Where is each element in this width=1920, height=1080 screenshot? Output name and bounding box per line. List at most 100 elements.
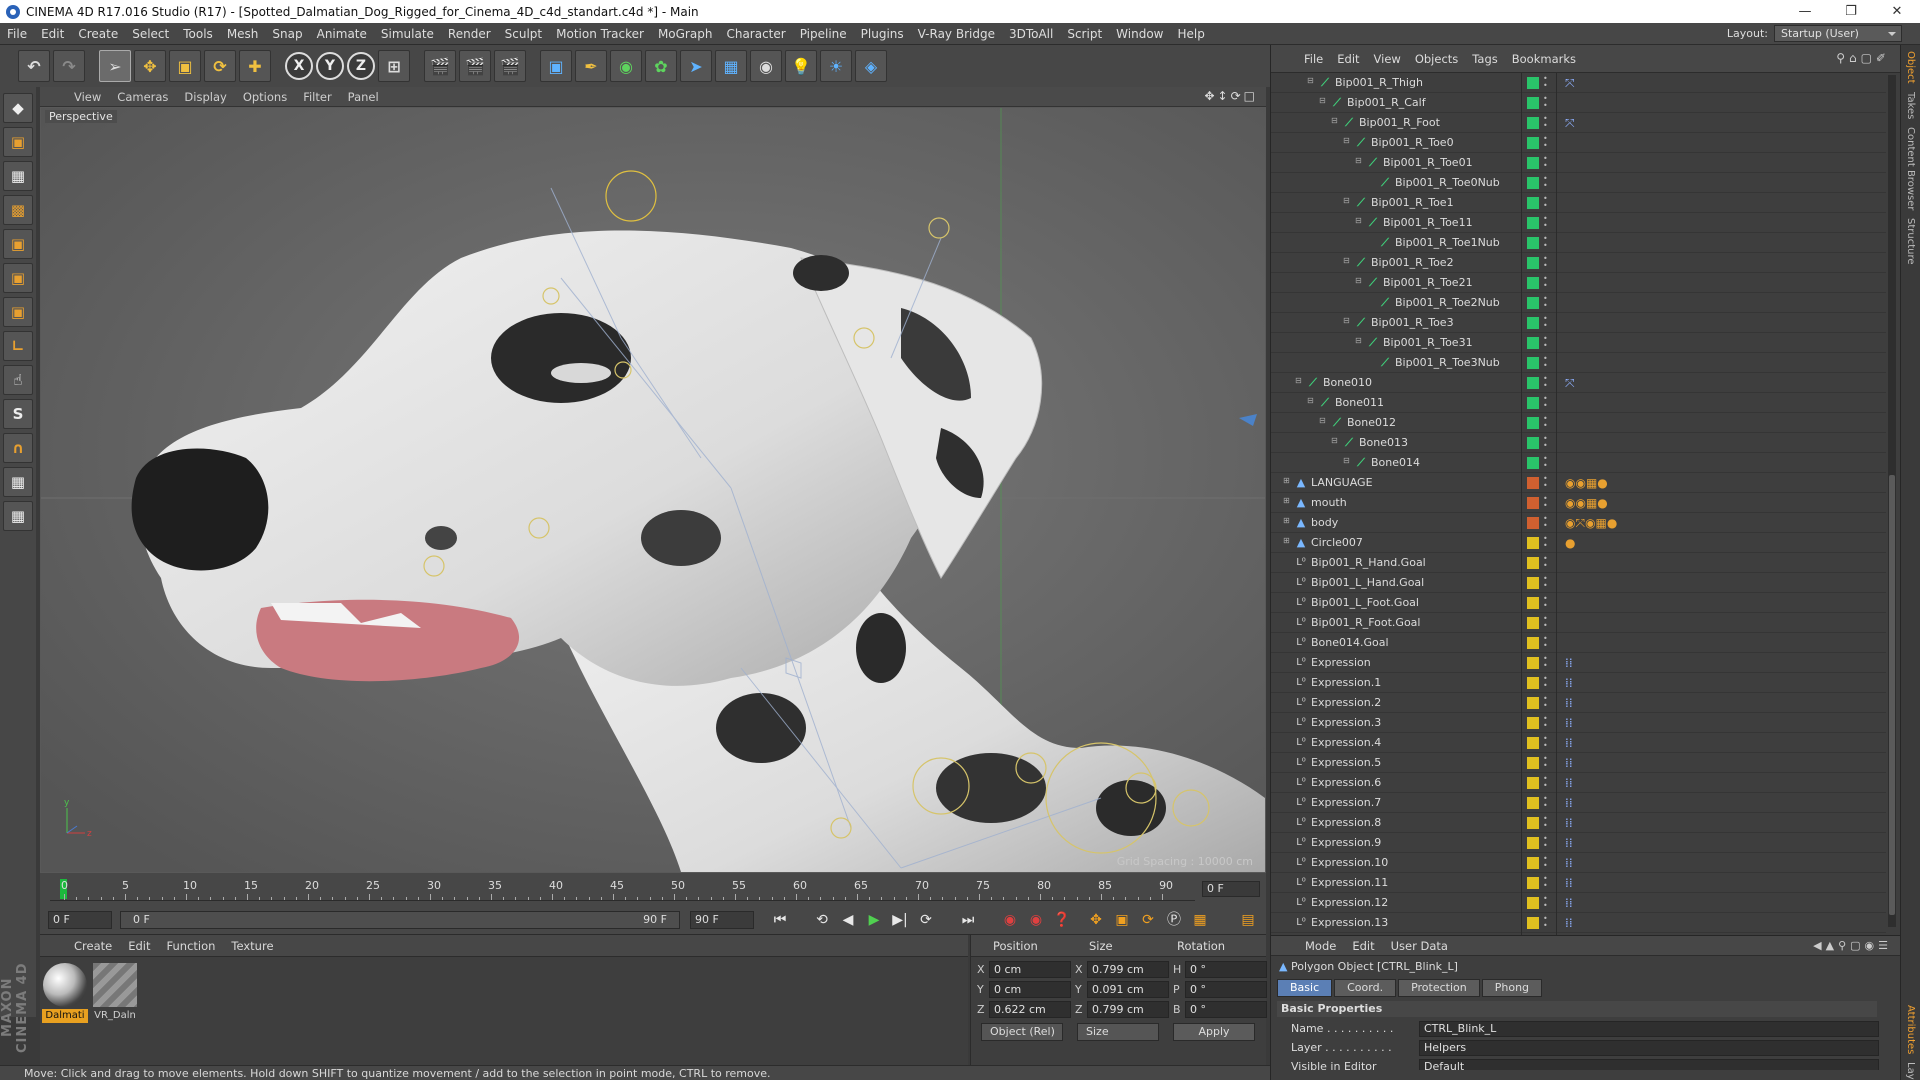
snapping-icon[interactable]: S <box>3 399 33 429</box>
attribute-menu-user-data[interactable]: User Data <box>1383 939 1456 953</box>
rotation-field[interactable]: 0 ° <box>1185 981 1267 998</box>
visibility-dots-icon[interactable]: • • <box>1543 715 1549 731</box>
object-row[interactable]: ⊟ ⟋ Bip001_R_Toe0 • • <box>1271 133 1886 153</box>
visibility-dots-icon[interactable]: • • <box>1543 455 1549 471</box>
visibility-dots-icon[interactable]: • • <box>1543 875 1549 891</box>
side-tab-layers[interactable]: Layers <box>1905 1062 1916 1080</box>
side-tab-content-browser[interactable]: Content Browser <box>1905 127 1916 210</box>
expand-toggle-icon[interactable]: ⊟ <box>1343 136 1352 145</box>
rotate-tool-icon[interactable]: ⟳ <box>204 50 236 82</box>
expand-toggle-icon[interactable]: ⊟ <box>1355 276 1364 285</box>
menu-simulate[interactable]: Simulate <box>374 27 441 41</box>
object-row[interactable]: L⁰ Expression.3 • • ⁞⁞ <box>1271 713 1886 733</box>
visibility-dots-icon[interactable]: • • <box>1543 895 1549 911</box>
key-position-icon[interactable]: ✥ <box>1084 909 1108 931</box>
layer-color-swatch[interactable] <box>1527 777 1539 789</box>
menu-file[interactable]: File <box>0 27 34 41</box>
object-row[interactable]: L⁰ Expression.6 • • ⁞⁞ <box>1271 773 1886 793</box>
expand-toggle-icon[interactable]: ⊞ <box>1283 516 1292 525</box>
next-key-icon[interactable]: ⟳ <box>914 909 938 931</box>
visibility-dots-icon[interactable]: • • <box>1543 535 1549 551</box>
render-settings-icon[interactable]: 🎬 <box>494 50 526 82</box>
scale-tool-icon[interactable]: ▣ <box>169 50 201 82</box>
render-view-icon[interactable]: 🎬 <box>424 50 456 82</box>
object-row[interactable]: ⊟ ⟋ Bip001_R_Toe1 • • <box>1271 193 1886 213</box>
object-tags[interactable]: ● <box>1565 535 1575 551</box>
size-field[interactable]: 0.799 cm <box>1087 1001 1169 1018</box>
visibility-dots-icon[interactable]: • • <box>1543 275 1549 291</box>
key-parameter-icon[interactable]: Ⓟ <box>1162 909 1186 931</box>
object-row[interactable]: L⁰ Expression.10 • • ⁞⁞ <box>1271 853 1886 873</box>
size-mode-select[interactable]: Size <box>1077 1023 1159 1041</box>
visibility-dots-icon[interactable]: • • <box>1543 655 1549 671</box>
object-row[interactable]: ⊟ ⟋ Bone010 • • ⤧ <box>1271 373 1886 393</box>
visibility-dots-icon[interactable]: • • <box>1543 175 1549 191</box>
layer-color-swatch[interactable] <box>1527 117 1539 129</box>
layer-color-swatch[interactable] <box>1527 797 1539 809</box>
visibility-dots-icon[interactable]: • • <box>1543 815 1549 831</box>
visibility-dots-icon[interactable]: • • <box>1543 675 1549 691</box>
rotation-field[interactable]: 0 ° <box>1185 1001 1267 1018</box>
object-row[interactable]: L⁰ Bip001_R_Hand.Goal • • <box>1271 553 1886 573</box>
expand-toggle-icon[interactable]: ⊟ <box>1319 96 1328 105</box>
expand-toggle-icon[interactable] <box>1283 736 1292 745</box>
layer-color-swatch[interactable] <box>1527 637 1539 649</box>
magnet-icon[interactable]: ∩ <box>3 433 33 463</box>
size-field[interactable]: 0.799 cm <box>1087 961 1169 978</box>
layer-color-swatch[interactable] <box>1527 877 1539 889</box>
visibility-dots-icon[interactable]: • • <box>1543 415 1549 431</box>
visibility-dots-icon[interactable]: • • <box>1543 355 1549 371</box>
object-row[interactable]: ⊞ ▲ LANGUAGE • • ◉◉▦● <box>1271 473 1886 493</box>
expand-toggle-icon[interactable]: ⊟ <box>1331 436 1340 445</box>
layer-color-swatch[interactable] <box>1527 137 1539 149</box>
visibility-dots-icon[interactable]: • • <box>1543 315 1549 331</box>
layout-select[interactable]: Startup (User) <box>1774 25 1902 42</box>
layer-color-swatch[interactable] <box>1527 677 1539 689</box>
object-menu-edit[interactable]: Edit <box>1330 52 1366 66</box>
z-axis-lock-icon[interactable]: Z <box>347 52 375 80</box>
visibility-dots-icon[interactable]: • • <box>1543 75 1549 91</box>
object-tags[interactable]: ⁞⁞ <box>1565 795 1573 811</box>
object-row[interactable]: L⁰ Expression • • ⁞⁞ <box>1271 653 1886 673</box>
start-frame-field[interactable]: 0 F <box>48 911 112 929</box>
expand-toggle-icon[interactable]: ⊟ <box>1331 116 1340 125</box>
visibility-dots-icon[interactable]: • • <box>1543 595 1549 611</box>
expand-toggle-icon[interactable] <box>1283 796 1292 805</box>
layer-color-swatch[interactable] <box>1527 817 1539 829</box>
last-tool-icon[interactable]: ✚ <box>239 50 271 82</box>
object-row[interactable]: ⊟ ⟋ Bip001_R_Thigh • • ⤧ <box>1271 73 1886 93</box>
viewport-menu-filter[interactable]: Filter <box>295 90 339 104</box>
floor-icon[interactable]: ▦ <box>715 50 747 82</box>
layer-color-swatch[interactable] <box>1527 97 1539 109</box>
object-row[interactable]: L⁰ Bip001_L_Hand.Goal • • <box>1271 573 1886 593</box>
expand-toggle-icon[interactable] <box>1283 756 1292 765</box>
layer-color-swatch[interactable] <box>1527 577 1539 589</box>
redo-icon[interactable]: ↷ <box>53 50 85 82</box>
visibility-dots-icon[interactable]: • • <box>1543 495 1549 511</box>
light-icon[interactable]: 💡 <box>785 50 817 82</box>
axis-mode-icon[interactable]: ∟ <box>3 331 33 361</box>
viewport-menu-display[interactable]: Display <box>176 90 234 104</box>
menu-window[interactable]: Window <box>1109 27 1170 41</box>
object-row[interactable]: ⊟ ⟋ Bip001_R_Toe3 • • <box>1271 313 1886 333</box>
object-row[interactable]: ⊞ ▲ mouth • • ◉◉▦● <box>1271 493 1886 513</box>
side-tab-attributes[interactable]: Attributes <box>1905 1005 1916 1054</box>
side-tab-takes[interactable]: Takes <box>1905 92 1916 119</box>
menu-snap[interactable]: Snap <box>265 27 309 41</box>
layer-color-swatch[interactable] <box>1527 597 1539 609</box>
points-mode-icon[interactable]: ▣ <box>3 229 33 259</box>
menu-mesh[interactable]: Mesh <box>220 27 266 41</box>
apply-button[interactable]: Apply <box>1173 1023 1255 1041</box>
visibility-dots-icon[interactable]: • • <box>1543 755 1549 771</box>
timeline-window-icon[interactable]: ▤ <box>1236 909 1260 931</box>
object-row[interactable]: ⊞ ▲ Circle007 • • ● <box>1271 533 1886 553</box>
expand-toggle-icon[interactable] <box>1283 896 1292 905</box>
material-menu-create[interactable]: Create <box>66 939 120 953</box>
object-row[interactable]: ⊟ ⟋ Bip001_R_Foot • • ⤧ <box>1271 113 1886 133</box>
visibility-dots-icon[interactable]: • • <box>1543 735 1549 751</box>
layer-color-swatch[interactable] <box>1527 197 1539 209</box>
layer-color-swatch[interactable] <box>1527 497 1539 509</box>
object-row[interactable]: ⟋ Bip001_R_Toe1Nub • • <box>1271 233 1886 253</box>
menu-render[interactable]: Render <box>441 27 498 41</box>
menu-create[interactable]: Create <box>71 27 125 41</box>
